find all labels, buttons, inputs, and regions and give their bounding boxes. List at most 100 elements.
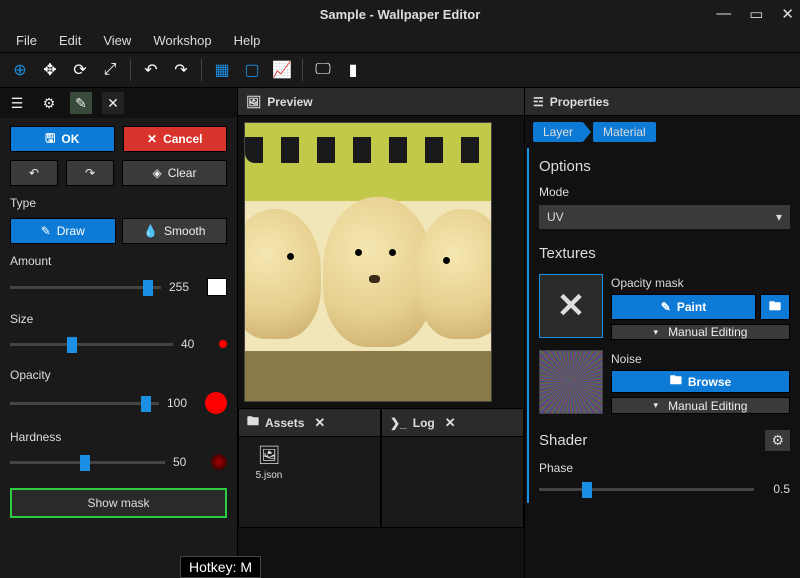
image-icon: 🖼 (246, 95, 261, 109)
undo-icon[interactable]: ↶ (137, 56, 165, 84)
titlebar: Sample - Wallpaper Editor — ▭ ✕ (0, 0, 800, 28)
draw-button[interactable]: ✎Draw (10, 218, 116, 244)
options-title: Options (539, 158, 790, 175)
smooth-button[interactable]: 💧Smooth (122, 218, 228, 244)
redo-icon[interactable]: ↷ (167, 56, 195, 84)
cancel-button[interactable]: ✕Cancel (123, 126, 228, 152)
hardness-preview-dot (211, 454, 227, 470)
amount-slider[interactable] (10, 279, 161, 295)
pencil-icon: ✎ (41, 224, 51, 238)
brush-tab-icon[interactable]: ✎ (70, 92, 92, 114)
clear-button[interactable]: ◈Clear (122, 160, 227, 186)
brush-icon: ✎ (661, 300, 671, 314)
menu-edit[interactable]: Edit (49, 31, 91, 50)
folder-button[interactable]: 🖿 (760, 294, 790, 320)
chevron-down-icon: ▾ (776, 210, 782, 224)
move-icon[interactable]: ✥ (36, 56, 64, 84)
menu-view[interactable]: View (93, 31, 141, 50)
textures-title: Textures (539, 245, 790, 262)
preview-header: 🖼 Preview (238, 88, 524, 116)
settings-tab-icon[interactable]: ⚙ (38, 92, 60, 114)
menu-help[interactable]: Help (224, 31, 271, 50)
window-title: Sample - Wallpaper Editor (320, 7, 481, 22)
log-panel: ❯_Log✕ (381, 408, 524, 528)
mode-select[interactable]: UV▾ (539, 205, 790, 229)
noise-label: Noise (611, 352, 790, 366)
asset-item[interactable]: 🖼 5.json (239, 437, 299, 489)
hardness-label: Hardness (10, 430, 227, 444)
hardness-slider[interactable] (10, 454, 165, 470)
center-panel: 🖼 Preview 🖿Assets✕ 🖼 5.json ❯_Log✕ (238, 88, 525, 578)
breadcrumb-material[interactable]: Material (593, 122, 656, 142)
caret-down-icon: ▾ (654, 327, 659, 338)
eraser-icon: ◈ (153, 166, 162, 180)
size-value: 40 (181, 337, 211, 351)
size-label: Size (10, 312, 227, 326)
type-label: Type (10, 196, 227, 210)
phone-icon[interactable]: ▮ (339, 56, 367, 84)
rect-icon[interactable]: ▢ (238, 56, 266, 84)
hotkey-tooltip: Hotkey: M (180, 556, 261, 578)
opacity-label: Opacity (10, 368, 227, 382)
shader-title: Shader (539, 432, 587, 449)
opacity-preview-dot (205, 392, 227, 414)
opacity-slider[interactable] (10, 395, 159, 411)
assets-panel: 🖿Assets✕ 🖼 5.json (238, 408, 381, 528)
expand-icon[interactable]: ⤢ (96, 56, 124, 84)
undo-button[interactable]: ↶ (10, 160, 58, 186)
size-slider[interactable] (10, 336, 173, 352)
show-mask-button[interactable]: Show mask (10, 488, 227, 518)
folder-open-icon: 🖿 (769, 297, 781, 318)
target-icon[interactable]: ⊕ (6, 56, 34, 84)
terminal-icon: ❯_ (390, 416, 407, 430)
close-log-icon[interactable]: ✕ (445, 415, 456, 431)
close-button[interactable]: ✕ (781, 5, 794, 23)
menu-file[interactable]: File (6, 31, 47, 50)
manual-editing-noise-button[interactable]: ▾Manual Editing (611, 397, 790, 414)
asset-label: 5.json (256, 470, 283, 481)
browse-button[interactable]: 🖿Browse (611, 370, 790, 393)
size-preview-dot (219, 340, 227, 348)
amount-value: 255 (169, 280, 199, 294)
properties-panel: ☲Properties Layer Material Options Mode … (525, 88, 800, 578)
phase-value: 0.5 (760, 482, 790, 496)
breadcrumb-layer[interactable]: Layer (533, 122, 583, 142)
folder-icon: 🖿 (247, 412, 259, 433)
layers-tab-icon[interactable]: ☰ (6, 92, 28, 114)
minimize-button[interactable]: — (716, 5, 731, 23)
phase-slider[interactable] (539, 481, 754, 497)
ok-button[interactable]: 🖫OK (10, 126, 115, 152)
monitor-icon[interactable]: 🖵 (309, 56, 337, 84)
drop-icon: 💧 (143, 224, 158, 238)
manual-editing-button[interactable]: ▾Manual Editing (611, 324, 790, 340)
graph-icon[interactable]: 📈 (268, 56, 296, 84)
list-icon: ☲ (533, 95, 544, 109)
close-assets-icon[interactable]: ✕ (314, 415, 325, 431)
toolbar: ⊕ ✥ ⟳ ⤢ ↶ ↷ ▦ ▢ 📈 🖵 ▮ (0, 52, 800, 88)
preview-canvas[interactable] (244, 122, 492, 402)
gear-icon[interactable]: ⚙ (765, 430, 790, 451)
file-icon: 🖼 (258, 445, 281, 466)
close-tab-icon[interactable]: ✕ (102, 92, 124, 114)
paint-button[interactable]: ✎Paint (611, 294, 756, 320)
folder-open-icon: 🖿 (670, 371, 682, 392)
opacity-value: 100 (167, 396, 197, 410)
phase-label: Phase (539, 461, 790, 475)
save-icon: 🖫 (45, 129, 55, 150)
noise-thumb[interactable] (539, 350, 603, 414)
color-swatch[interactable] (207, 278, 227, 296)
maximize-button[interactable]: ▭ (749, 5, 763, 23)
amount-label: Amount (10, 254, 227, 268)
mode-label: Mode (539, 185, 790, 199)
opacity-mask-label: Opacity mask (611, 276, 790, 290)
left-panel: ☰ ⚙ ✎ ✕ 🖫OK ✕Cancel ↶ ↷ ◈Clear Type ✎Dra… (0, 88, 238, 578)
menu-workshop[interactable]: Workshop (143, 31, 221, 50)
opacity-mask-thumb[interactable]: ✕ (539, 274, 603, 338)
menubar: File Edit View Workshop Help (0, 28, 800, 52)
caret-down-icon: ▾ (654, 400, 659, 411)
close-icon: ✕ (147, 132, 157, 146)
redo-button[interactable]: ↷ (66, 160, 114, 186)
refresh-icon[interactable]: ⟳ (66, 56, 94, 84)
hardness-value: 50 (173, 455, 203, 469)
grid-icon[interactable]: ▦ (208, 56, 236, 84)
